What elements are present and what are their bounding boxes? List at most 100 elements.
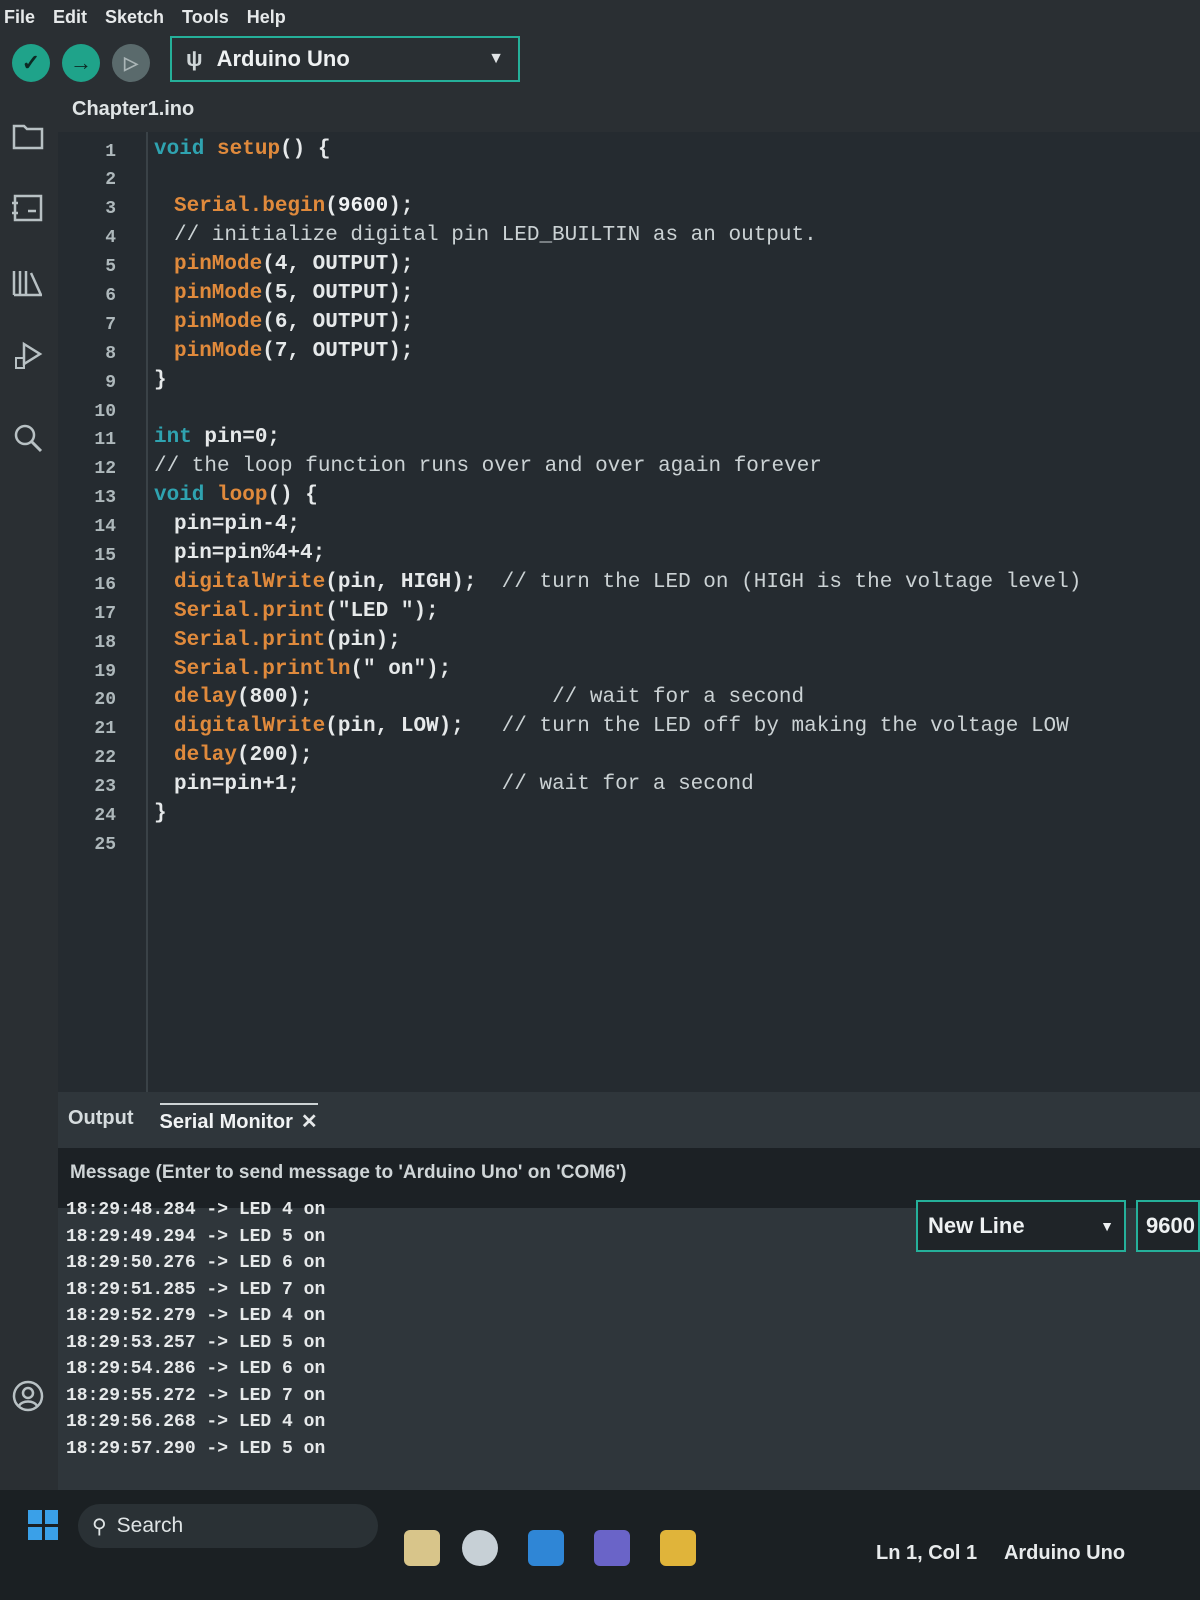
line-number: 7 [105,315,116,335]
verify-button[interactable]: ✓ [12,44,50,82]
serial-output: 18:29:48.284 -> LED 4 on 18:29:49.294 ->… [66,1200,325,1465]
line-number: 17 [94,604,116,624]
folder-icon[interactable] [660,1530,696,1566]
line-number: 9 [105,373,116,393]
menu-file[interactable]: File [4,7,35,28]
serial-line: 18:29:52.279 -> LED 4 on [66,1306,326,1326]
tab-output[interactable]: Output [68,1107,134,1130]
line-number: 8 [105,344,116,364]
taskbar-search[interactable]: ⚲ Search [78,1504,378,1548]
arrow-right-icon: → [70,50,92,75]
code-line: pin=pin+1; // wait for a second [174,773,754,796]
search-icon: ⚲ [92,1515,107,1538]
serial-line: 18:29:57.290 -> LED 5 on [66,1438,326,1459]
board-name: Arduino Uno [216,46,350,71]
code-line: pinMode(7, OUTPUT); [174,340,414,363]
line-number: 25 [94,835,116,855]
line-number-gutter: 1 2 3 4 5 6 7 8 9 10 11 12 13 14 15 16 1… [58,132,148,1092]
code-editor[interactable]: 1 2 3 4 5 6 7 8 9 10 11 12 13 14 15 16 1… [58,132,1200,1092]
status-bar: Ln 1, Col 1 Arduino Uno [876,1542,1147,1565]
line-number: 18 [94,633,116,653]
menu-sketch[interactable]: Sketch [105,7,164,28]
cursor-position: Ln 1, Col 1 [876,1542,978,1564]
line-number: 11 [94,430,116,450]
line-number: 1 [105,142,116,162]
profile-icon[interactable] [8,1376,48,1416]
code-line: // initialize digital pin LED_BUILTIN as… [174,224,817,247]
menu-help[interactable]: Help [247,7,286,28]
line-number: 12 [94,459,116,479]
line-number: 5 [105,257,116,277]
code-line: pinMode(6, OUTPUT); [174,311,414,334]
serial-monitor-label: Serial Monitor [159,1110,293,1133]
line-number: 14 [94,517,116,537]
line-number: 24 [94,806,116,826]
serial-line: 18:29:51.285 -> LED 7 on [66,1279,326,1300]
menu-edit[interactable]: Edit [53,7,87,28]
serial-line: 18:29:50.276 -> LED 6 on [66,1253,326,1273]
line-number: 15 [94,546,116,566]
code-line: digitalWrite(pin, HIGH); // turn the LED… [174,571,1082,594]
code-line: Serial.println(" on"); [174,658,452,681]
code-line: delay(200); [174,744,313,767]
line-number: 4 [105,228,116,248]
message-placeholder: Message (Enter to send message to 'Ardui… [70,1162,627,1183]
serial-line: 18:29:54.286 -> LED 6 on [66,1359,326,1379]
search-icon[interactable] [8,418,48,458]
menu-tools[interactable]: Tools [182,7,229,28]
file-explorer-icon[interactable] [404,1530,440,1566]
line-number: 13 [94,488,116,508]
toolbar: ✓ → ▷ ψ Arduino Uno ▼ [0,36,1200,92]
tab-serial-monitor[interactable]: Serial Monitor ✕ [159,1102,318,1134]
code-line: Serial.print("LED "); [174,600,439,623]
line-ending-value: New Line [928,1213,1025,1238]
line-number: 23 [94,777,116,797]
search-label: Search [116,1514,184,1537]
debug-icon: ▷ [124,52,138,73]
line-number: 19 [94,662,116,682]
usb-icon: ψ [186,46,203,71]
code-line: Serial.print(pin); [174,629,401,652]
board-manager-icon[interactable] [8,188,48,228]
windows-start-icon[interactable] [28,1510,58,1540]
chevron-down-icon: ▼ [1100,1218,1114,1234]
line-ending-select[interactable]: New Line ▼ [916,1200,1126,1252]
line-number: 22 [94,748,116,768]
weather-icon[interactable] [462,1530,498,1566]
close-icon[interactable]: ✕ [301,1111,318,1133]
debug-icon[interactable] [8,336,48,376]
code-line: pin=pin%4+4; [174,542,326,565]
teams-icon[interactable] [594,1530,630,1566]
code-line: pinMode(4, OUTPUT); [174,253,414,276]
serial-line: 18:29:55.272 -> LED 7 on [66,1385,326,1406]
editor-tab-bar: Chapter1.ino [58,92,1200,132]
code-line: pin=pin-4; [174,513,301,536]
baud-rate-select[interactable]: 9600 [1136,1200,1200,1252]
line-number: 20 [94,690,116,710]
tab-chapter1[interactable]: Chapter1.ino [72,98,194,121]
code-line: } [154,369,167,392]
menu-bar: File Edit Sketch Tools Help [0,0,1200,36]
board-selector[interactable]: ψ Arduino Uno ▼ [170,36,520,82]
mail-icon[interactable] [528,1530,564,1566]
library-icon[interactable] [8,262,48,302]
serial-line: 18:29:56.268 -> LED 4 on [66,1412,326,1432]
code-line: void loop() { [154,484,318,507]
serial-line: 18:29:49.294 -> LED 5 on [66,1226,326,1247]
taskbar: ⚲ Search Ln 1, Col 1 Arduino Uno [0,1490,1200,1600]
debug-button[interactable]: ▷ [112,44,150,82]
code-line: int pin=0; [154,426,281,449]
folder-icon[interactable] [8,116,48,156]
upload-button[interactable]: → [62,44,100,82]
line-number: 10 [94,402,116,422]
code-line: delay(800); // wait for a second [174,686,805,709]
chevron-down-icon: ▼ [488,50,504,67]
code-line: Serial.begin(9600); [174,195,414,218]
line-number: 16 [94,575,116,595]
code-line: // the loop function runs over and over … [154,455,822,478]
message-input[interactable]: Message (Enter to send message to 'Ardui… [58,1148,1200,1252]
code-line: void setup() { [154,138,331,161]
code-line: digitalWrite(pin, LOW); // turn the LED … [174,715,1069,738]
line-number: 6 [105,286,116,306]
bottom-panel: Output Serial Monitor ✕ Message (Enter to… [58,1092,1200,1490]
